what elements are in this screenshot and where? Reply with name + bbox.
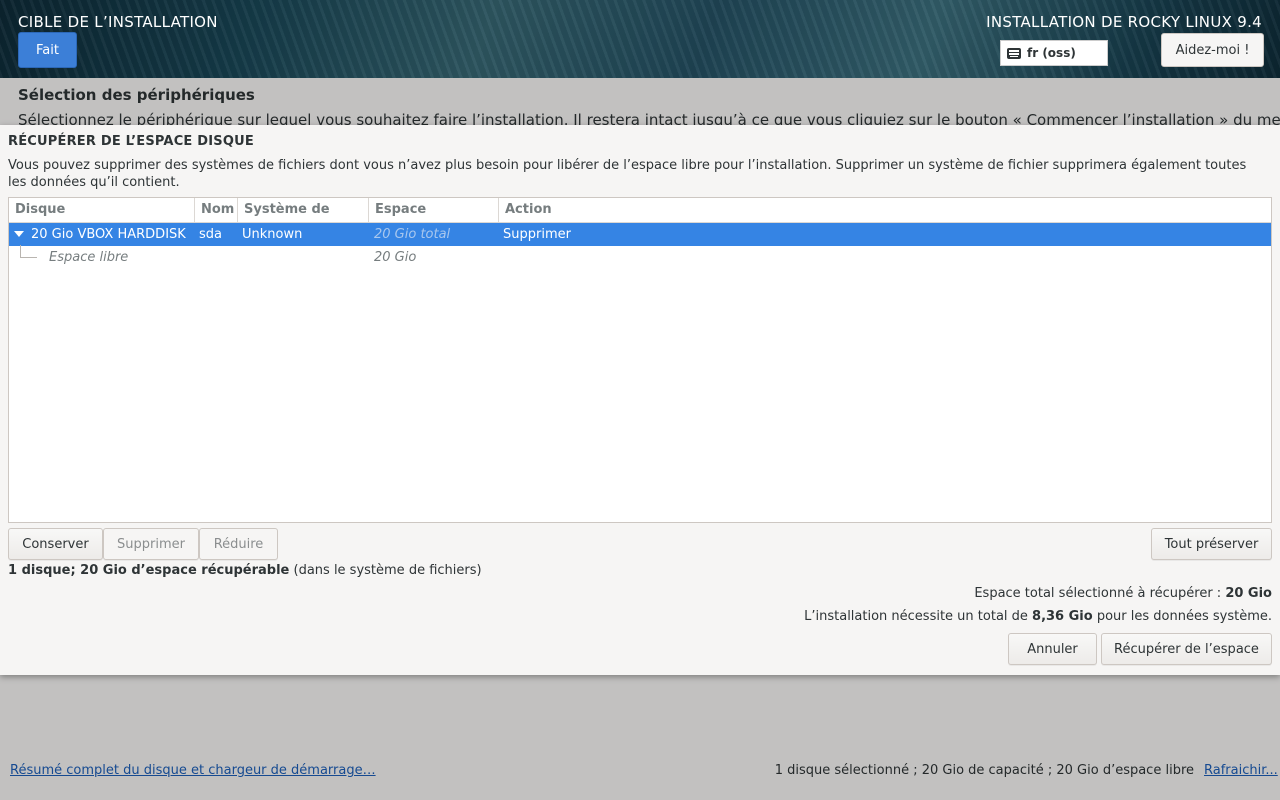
- installation-requirement-text: L’installation nécessite un total de 8,3…: [804, 609, 1272, 624]
- column-header-reclaimable[interactable]: Espace récupérable: [369, 198, 499, 241]
- reclaim-space-button[interactable]: Récupérer de l’espace: [1101, 633, 1272, 665]
- tree-connector: [20, 245, 37, 258]
- keep-button[interactable]: Conserver: [8, 528, 103, 560]
- total-selected-label: Espace total sélectionné à récupérer :: [974, 586, 1226, 601]
- row-name: sda: [199, 227, 222, 242]
- column-header-name[interactable]: Nom: [195, 198, 238, 222]
- total-selected-text: Espace total sélectionné à récupérer : 2…: [974, 586, 1272, 601]
- reclaimable-summary: 1 disque; 20 Gio d’espace récupérable (d…: [8, 563, 482, 578]
- row-action: Supprimer: [503, 227, 571, 242]
- column-header-disk[interactable]: Disque: [9, 198, 195, 222]
- cancel-button[interactable]: Annuler: [1008, 633, 1097, 665]
- reclaim-space-dialog: RÉCUPÉRER DE L’ESPACE DISQUE Vous pouvez…: [0, 125, 1280, 675]
- product-title: INSTALLATION DE ROCKY LINUX 9.4: [986, 13, 1262, 31]
- reclaimable-summary-rest: (dans le système de fichiers): [289, 563, 482, 578]
- column-header-filesystem[interactable]: Système de fichiers: [238, 198, 369, 241]
- help-button[interactable]: Aidez-moi !: [1161, 33, 1264, 67]
- delete-button[interactable]: Supprimer: [103, 528, 199, 560]
- keyboard-icon: [1007, 47, 1021, 59]
- dialog-title: RÉCUPÉRER DE L’ESPACE DISQUE: [8, 134, 254, 149]
- total-selected-value: 20 Gio: [1225, 586, 1272, 601]
- required-value: 8,36 Gio: [1032, 609, 1093, 624]
- column-header-action[interactable]: Action: [499, 198, 699, 222]
- row-disk: Espace libre: [49, 250, 129, 265]
- tree-row-free-space[interactable]: Espace libre 20 Gio: [9, 245, 1271, 269]
- preserve-all-button[interactable]: Tout préserver: [1151, 528, 1272, 560]
- tree-header: Disque Nom Système de fichiers Espace ré…: [9, 198, 1271, 241]
- dialog-description: Vous pouvez supprimer des systèmes de fi…: [8, 158, 1247, 190]
- keyboard-layout-label: fr (oss): [1027, 46, 1076, 60]
- keyboard-layout-indicator[interactable]: fr (oss): [1000, 40, 1108, 66]
- row-reclaimable: 20 Gio: [374, 250, 417, 265]
- row-reclaimable: 20 Gio total: [374, 227, 451, 242]
- required-suffix: pour les données système.: [1092, 609, 1272, 624]
- reclaimable-summary-bold: 1 disque; 20 Gio d’espace récupérable: [8, 563, 290, 578]
- shrink-button[interactable]: Réduire: [199, 528, 278, 560]
- disk-tree-view[interactable]: Disque Nom Système de fichiers Espace ré…: [8, 197, 1272, 523]
- row-disk: 20 Gio VBOX HARDDISK: [31, 227, 186, 242]
- row-filesystem: Unknown: [242, 227, 303, 242]
- required-prefix: L’installation nécessite un total de: [804, 609, 1033, 624]
- done-button[interactable]: Fait: [18, 32, 77, 68]
- tree-row-disk[interactable]: 20 Gio VBOX HARDDISK sda Unknown 20 Gio …: [9, 223, 1271, 246]
- expander-down-icon[interactable]: [14, 231, 24, 237]
- spoke-title: CIBLE DE L’INSTALLATION: [18, 13, 218, 31]
